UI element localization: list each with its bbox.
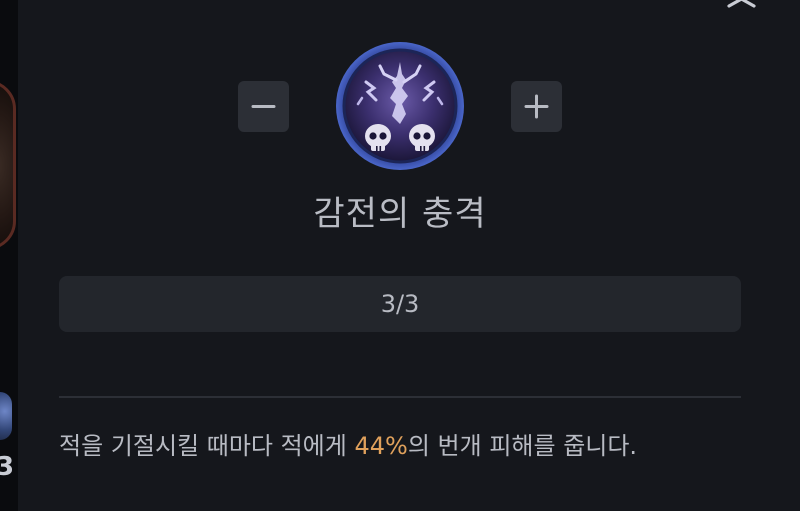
close-button[interactable] — [724, 0, 760, 16]
minus-icon — [251, 105, 276, 108]
decrease-rank-button[interactable] — [238, 81, 289, 132]
background-number: 3 — [0, 452, 15, 482]
background-badge — [0, 392, 12, 440]
plus-icon — [524, 94, 549, 119]
skill-title: 감전의 충격 — [313, 194, 487, 234]
divider — [59, 396, 741, 398]
close-icon — [727, 0, 756, 8]
rank-indicator: 3/3 — [59, 276, 741, 332]
lightning-skulls-icon — [336, 42, 464, 170]
damage-percent: 44% — [354, 432, 408, 460]
rank-value: 3/3 — [380, 290, 420, 318]
app-screen: 3 감전의 충격 3/3 적을 기절시킬 때마다 적에게 44%의 번개 피해를… — [0, 0, 800, 511]
description-text-after: 의 번개 피해를 줍니다. — [407, 432, 638, 460]
skill-description: 적을 기절시킬 때마다 적에게 44%의 번개 피해를 줍니다. — [59, 428, 779, 464]
increase-rank-button[interactable] — [511, 81, 562, 132]
description-text-before: 적을 기절시킬 때마다 적에게 — [59, 432, 355, 460]
skill-icon — [334, 40, 466, 172]
